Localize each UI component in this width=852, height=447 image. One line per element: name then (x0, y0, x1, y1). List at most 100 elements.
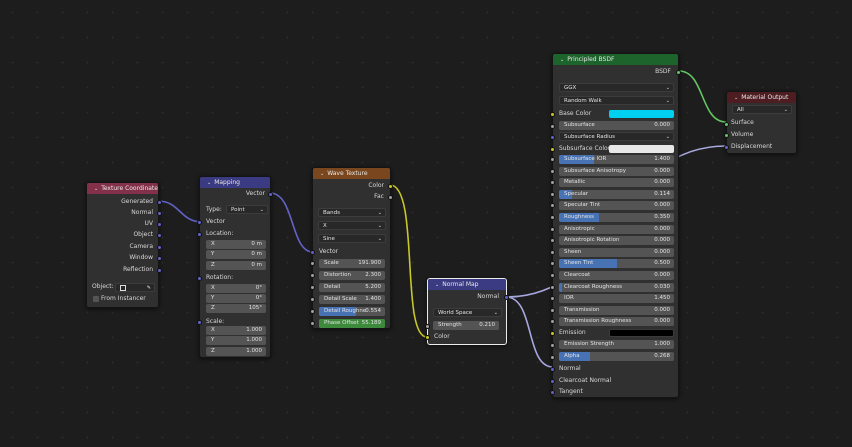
socket-input-vector[interactable] (197, 220, 202, 225)
profile-dropdown[interactable]: Sine ⌄ (318, 234, 386, 243)
socket-base-color[interactable] (550, 112, 555, 117)
socket-bsdf-field[interactable] (550, 250, 555, 255)
socket-input-vector[interactable] (310, 250, 315, 255)
socket-input-color[interactable] (425, 335, 430, 340)
socket-clearcoat-normal[interactable] (550, 379, 555, 384)
socket-subsurface-radius[interactable] (550, 135, 555, 140)
eyedropper-icon[interactable]: ✎ (147, 284, 151, 291)
from-instancer-checkbox[interactable] (93, 296, 99, 302)
material-output-node[interactable]: ⌄ Material Output All ⌄ Surface Volume Dis… (724, 91, 797, 154)
socket-wave-field[interactable] (310, 297, 315, 302)
wave-field[interactable]: Detail Roughne 0.554 (319, 307, 385, 316)
bsdf-field[interactable]: Clearcoat Roughness 0.030 (559, 283, 674, 292)
collapse-chevron-icon[interactable]: ⌄ (207, 178, 211, 188)
scale-z-field[interactable]: Z 1.000 (206, 347, 266, 356)
collapse-chevron-icon[interactable]: ⌄ (320, 169, 324, 179)
socket-bsdf-field[interactable] (550, 227, 555, 232)
socket-output-normal[interactable] (504, 295, 509, 300)
socket-bsdf-field[interactable] (550, 285, 555, 290)
socket-window[interactable] (157, 256, 162, 261)
collapse-chevron-icon[interactable]: ⌄ (734, 93, 738, 103)
bsdf-field[interactable]: IOR 1.450 (559, 294, 674, 303)
wave-texture-node[interactable]: ⌄ Wave Texture Color Fac Bands ⌄ X ⌄ Sine ⌄ … (310, 167, 393, 329)
socket-uv[interactable] (157, 222, 162, 227)
bsdf-field[interactable]: Sheen 0.000 (559, 248, 674, 257)
emission-swatch[interactable] (609, 329, 674, 337)
wave-field[interactable]: Distortion 2.300 (319, 271, 385, 280)
socket-bsdf-field[interactable] (550, 215, 555, 220)
location-y-field[interactable]: Y0 m (206, 250, 266, 259)
socket-volume[interactable] (724, 133, 729, 138)
socket-surface[interactable] (724, 122, 729, 127)
collapse-chevron-icon[interactable]: ⌄ (560, 55, 564, 65)
wave-texture-header[interactable]: ⌄ Wave Texture (313, 168, 390, 179)
bsdf-field[interactable]: Anisotropic 0.000 (559, 225, 674, 234)
mapping-header[interactable]: ⌄ Mapping (200, 177, 270, 188)
wave-field[interactable]: Phase Offset 55.189 (319, 319, 385, 328)
base-color-swatch[interactable] (609, 110, 674, 118)
space-dropdown[interactable]: World Space ⌄ (433, 308, 502, 317)
socket-bsdf-field[interactable] (550, 203, 555, 208)
socket-camera[interactable] (157, 245, 162, 250)
rotation-y-field[interactable]: Y 0° (206, 294, 266, 303)
socket-wave-field[interactable] (310, 261, 315, 266)
socket-strength[interactable] (425, 324, 430, 329)
strength-field[interactable]: Strength 0.210 (433, 321, 499, 330)
location-z-field[interactable]: Z0 m (206, 261, 266, 270)
socket-bsdf-field[interactable] (550, 296, 555, 301)
bsdf-field[interactable]: Anisotropic Rotation 0.000 (559, 236, 674, 245)
direction-dropdown[interactable]: X ⌄ (318, 221, 386, 230)
principled-bsdf-header[interactable]: ⌄ Principled BSDF (553, 54, 678, 65)
socket-bsdf-field[interactable] (550, 192, 555, 197)
socket-rotation[interactable] (197, 276, 202, 281)
mapping-node[interactable]: ⌄ Mapping Vector Type: Point ⌄ Vector Loca… (197, 176, 273, 358)
bsdf-field[interactable]: Roughness 0.350 (559, 213, 674, 222)
bsdf-field[interactable]: Clearcoat 0.000 (559, 271, 674, 280)
collapse-chevron-icon[interactable]: ⌄ (435, 280, 439, 290)
wave-field[interactable]: Detail 5.200 (319, 283, 385, 292)
socket-subsurface-color[interactable] (550, 147, 555, 152)
socket-reflection[interactable] (157, 268, 162, 273)
socket-generated[interactable] (157, 200, 162, 205)
scale-x-field[interactable]: X 1.000 (206, 326, 266, 335)
emission-strength-field[interactable]: Emission Strength 1.000 (559, 340, 674, 349)
wave-field[interactable]: Scale 191.900 (319, 259, 385, 268)
socket-location[interactable] (197, 232, 202, 237)
subsurface-field[interactable]: Subsurface 0.000 (559, 121, 674, 130)
socket-bsdf-field[interactable] (550, 308, 555, 313)
socket-wave-field[interactable] (310, 309, 315, 314)
target-dropdown[interactable]: All ⌄ (732, 105, 792, 114)
wave-type-dropdown[interactable]: Bands ⌄ (318, 208, 386, 217)
socket-bsdf-field[interactable] (550, 273, 555, 278)
socket-output-bsdf[interactable] (676, 70, 681, 75)
bsdf-field[interactable]: Subsurface IOR 1.400 (559, 155, 674, 164)
subsurface-radius-dropdown[interactable]: Subsurface Radius ⌄ (559, 132, 674, 141)
socket-tangent[interactable] (550, 390, 555, 395)
socket-alpha[interactable] (550, 355, 555, 360)
socket-wave-field[interactable] (310, 321, 315, 326)
socket-wave-field[interactable] (310, 273, 315, 278)
texture-coordinate-node[interactable]: ⌄ Texture Coordinate Generated Normal UV … (86, 182, 162, 308)
type-dropdown[interactable]: Point ⌄ (226, 205, 268, 214)
socket-bsdf-field[interactable] (550, 261, 555, 266)
location-x-field[interactable]: X0 m (206, 240, 266, 249)
bsdf-field[interactable]: Metallic 0.000 (559, 178, 674, 187)
subsurface-color-swatch[interactable] (609, 145, 674, 153)
principled-bsdf-node[interactable]: ⌄ Principled BSDF BSDF GGX ⌄ Random Walk ⌄ … (550, 53, 681, 398)
collapse-chevron-icon[interactable]: ⌄ (94, 184, 98, 194)
socket-subsurface[interactable] (550, 124, 555, 129)
socket-bsdf-field[interactable] (550, 157, 555, 162)
rotation-x-field[interactable]: X 0° (206, 284, 266, 293)
material-output-header[interactable]: ⌄ Material Output (727, 92, 796, 103)
socket-output-color[interactable] (388, 184, 393, 189)
socket-wave-field[interactable] (310, 285, 315, 290)
socket-bsdf-field[interactable] (550, 180, 555, 185)
bsdf-field[interactable]: Sheen Tint 0.500 (559, 259, 674, 268)
bsdf-field[interactable]: Subsurface Anisotropy 0.000 (559, 167, 674, 176)
socket-normal[interactable] (157, 211, 162, 216)
socket-scale[interactable] (197, 320, 202, 325)
socket-object[interactable] (157, 233, 162, 238)
wave-field[interactable]: Detail Scale 1.400 (319, 295, 385, 304)
socket-emission[interactable] (550, 331, 555, 336)
socket-bsdf-field[interactable] (550, 169, 555, 174)
